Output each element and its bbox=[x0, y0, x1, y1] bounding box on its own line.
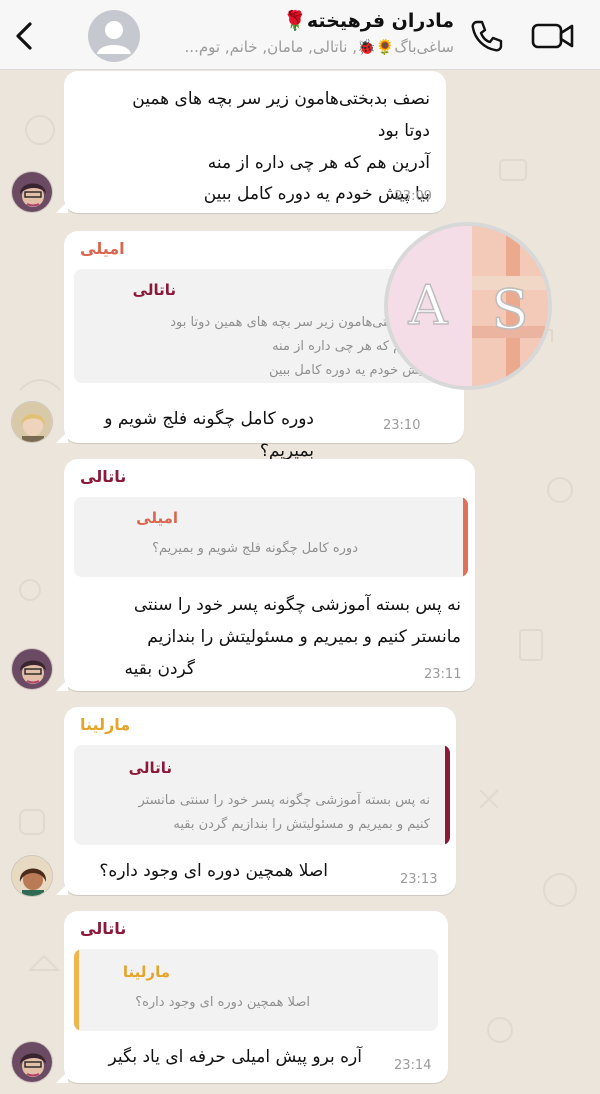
message-text-line: دوره کامل چگونه فلج شویم و بمیریم؟ bbox=[104, 409, 314, 461]
avatar-emily[interactable] bbox=[11, 401, 53, 443]
quote-text-line: کنیم و بمیریم و مسئولیتش را بندازیم گردن… bbox=[173, 817, 430, 832]
sender-name[interactable]: مارلینا bbox=[80, 715, 130, 734]
message-time: 23:09 bbox=[394, 189, 432, 204]
avatar-marlena[interactable] bbox=[11, 855, 53, 897]
reply-quote[interactable]: مارلینا اصلا همچین دوره ای وجود داره؟ bbox=[74, 949, 438, 1031]
message-text-line: آره برو پیش امیلی حرفه ای یاد بگیر bbox=[108, 1047, 362, 1067]
quote-bar bbox=[445, 745, 450, 845]
video-camera-icon[interactable] bbox=[530, 20, 576, 52]
message-text-line: نه پس بسته آموزشی چگونه پسر خود را سنتی bbox=[133, 595, 461, 615]
group-title[interactable]: مادران فرهیخته🌹 bbox=[154, 9, 454, 32]
quote-sender: مارلینا bbox=[122, 963, 170, 981]
message-text-line: گردن بقیه bbox=[124, 659, 195, 679]
message-text-line: نصف بدبختی‌هامون زیر سر بچه های همین bbox=[132, 89, 430, 109]
message-bubble[interactable]: ناتالی امیلی دوره کامل چگونه فلج شویم و … bbox=[56, 459, 475, 691]
svg-text:A: A bbox=[408, 274, 449, 337]
chat-header: مادران فرهیخته🌹 ساغی‌باگ🌻🐞, ناتالی, ماما… bbox=[0, 0, 600, 70]
reply-quote[interactable]: امیلی دوره کامل چگونه فلج شویم و بمیریم؟ bbox=[74, 497, 468, 577]
message-bubble[interactable]: نصف بدبختی‌هامون زیر سر بچه های همین دوت… bbox=[56, 71, 446, 213]
message-bubble[interactable]: مارلینا ناتالی نه پس بسته آموزشی چگونه پ… bbox=[56, 707, 456, 895]
avatar-natalie[interactable] bbox=[11, 1041, 53, 1083]
avatar-natalie[interactable] bbox=[11, 171, 53, 213]
watermark-logo: A S bbox=[384, 222, 552, 390]
back-chevron-icon[interactable] bbox=[8, 18, 38, 54]
quote-bar bbox=[74, 949, 79, 1031]
quote-bar bbox=[463, 497, 468, 577]
quote-text-line: اصلا همچین دوره ای وجود داره؟ bbox=[135, 995, 310, 1010]
default-avatar-icon bbox=[97, 21, 131, 54]
message-text-line: آدرین هم که هر چی داره از منه bbox=[207, 153, 430, 173]
message-time: 23:11 bbox=[424, 667, 462, 682]
message-text-line: اصلا همچین دوره ای وجود داره؟ bbox=[99, 861, 328, 881]
quote-text-line: دوره کامل چگونه فلج شویم و بمیریم؟ bbox=[152, 541, 358, 556]
svg-text:S: S bbox=[492, 278, 529, 341]
quote-text-line: نه پس بسته آموزشی چگونه پسر خود را سنتی … bbox=[138, 793, 430, 808]
message-time: 23:10 bbox=[383, 418, 421, 433]
message-text-line: دوتا بود bbox=[377, 121, 430, 141]
group-avatar[interactable] bbox=[88, 10, 140, 62]
sender-name[interactable]: ناتالی bbox=[80, 919, 126, 938]
sender-name[interactable]: ناتالی bbox=[80, 467, 126, 486]
sender-name[interactable]: امیلی bbox=[80, 239, 125, 258]
message-time: 23:14 bbox=[394, 1058, 432, 1073]
group-members[interactable]: ساغی‌باگ🌻🐞, ناتالی, مامان, خانم, توم... bbox=[154, 38, 454, 56]
quote-sender: ناتالی bbox=[132, 281, 176, 299]
reply-quote[interactable]: ناتالی نه پس بسته آموزشی چگونه پسر خود ر… bbox=[74, 745, 450, 845]
message-text-line: مانستر کنیم و بمیریم و مسئولیتش را بنداز… bbox=[147, 627, 461, 647]
message-time: 23:13 bbox=[400, 872, 438, 887]
quote-sender: امیلی bbox=[136, 509, 178, 527]
message-bubble[interactable]: ناتالی مارلینا اصلا همچین دوره ای وجود د… bbox=[56, 911, 448, 1083]
quote-sender: ناتالی bbox=[128, 759, 172, 777]
avatar-natalie[interactable] bbox=[11, 648, 53, 690]
phone-icon[interactable] bbox=[468, 18, 504, 54]
